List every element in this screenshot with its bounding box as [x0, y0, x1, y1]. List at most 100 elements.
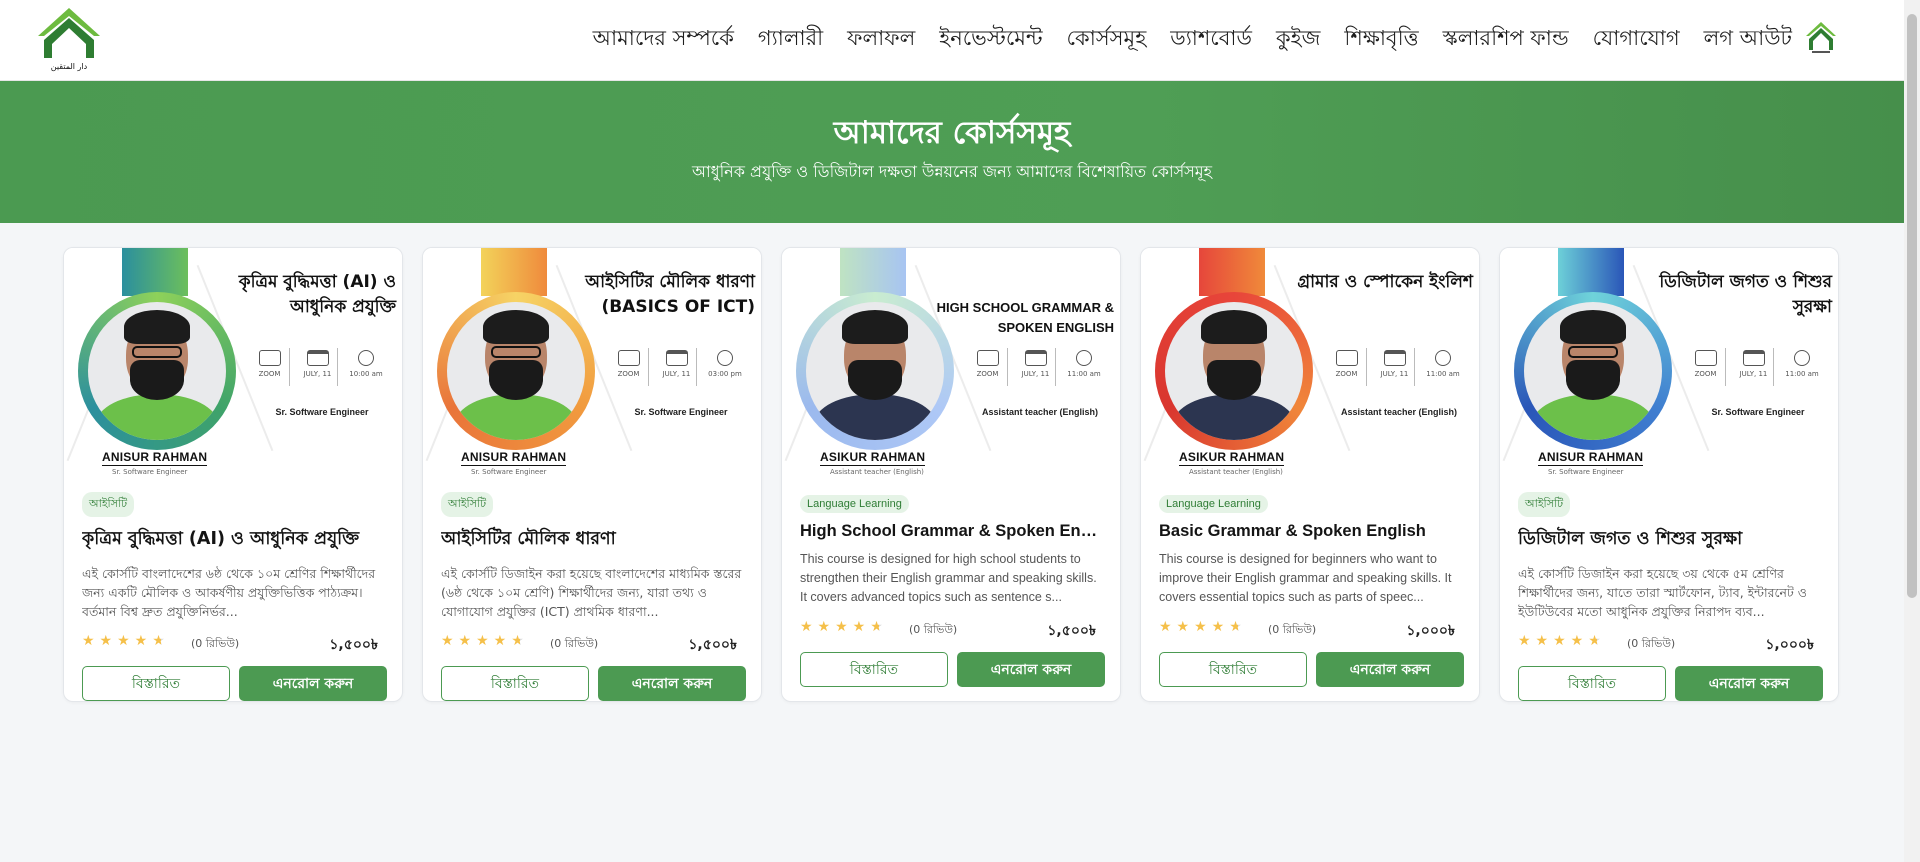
meta-date: JULY, 11 — [1380, 370, 1409, 378]
card-actions: বিস্তারিত এনরোল করুন — [1159, 652, 1465, 687]
instructor-subtitle: Sr. Software Engineer — [471, 468, 547, 476]
nav-quiz[interactable]: কুইজ — [1276, 22, 1320, 57]
banner-title: HIGH SCHOOL GRAMMAR & SPOKEN ENGLISH — [936, 300, 1114, 335]
course-card[interactable]: আইসিটির মৌলিক ধারণা (BASICS OF ICT) ZOOM… — [422, 247, 762, 702]
course-card-body: আইসিটি কৃত্রিম বুদ্ধিমত্তা (AI) ও আধুনিক… — [82, 492, 388, 701]
banner-role: Sr. Software Engineer — [1711, 407, 1805, 417]
banner-title: আইসিটির মৌলিক ধারণা (BASICS OF ICT) — [585, 272, 755, 317]
meta-time: 11:00 am — [1785, 370, 1819, 378]
course-description: এই কোর্সটি ডিজাইন করা হয়েছে বাংলাদেশের … — [441, 566, 742, 619]
enroll-button[interactable]: এনরোল করুন — [1675, 666, 1823, 701]
course-price: ১,৫০০৳ — [688, 637, 737, 653]
session-meta: ZOOM JULY, 11 10:00 am — [250, 348, 386, 386]
enroll-button[interactable]: এনরোল করুন — [957, 652, 1105, 687]
half-star-icon: ★ — [511, 633, 529, 649]
half-star-icon: ★ — [870, 619, 888, 635]
instructor-photo — [1165, 302, 1303, 440]
meta-platform: ZOOM — [617, 370, 640, 378]
session-meta: ZOOM JULY, 11 03:00 pm — [609, 348, 745, 386]
details-button[interactable]: বিস্তারিত — [441, 666, 589, 701]
top-navbar: دار المتقين আমাদের সম্পর্কে গ্যালারী ফলা… — [0, 0, 1904, 81]
courses-hero: আমাদের কোর্সসমূহ আধুনিক প্রযুক্তি ও ডিজি… — [0, 81, 1904, 223]
nav-results[interactable]: ফলাফল — [847, 22, 915, 57]
calendar-icon — [1024, 350, 1047, 366]
enroll-button[interactable]: এনরোল করুন — [1316, 652, 1464, 687]
instructor-subtitle: Assistant teacher (English) — [1189, 468, 1283, 476]
review-count: (0 রিভিউ) — [909, 623, 958, 636]
instructor-subtitle: Sr. Software Engineer — [112, 468, 188, 476]
details-button[interactable]: বিস্তারিত — [82, 666, 230, 701]
page-subtitle: আধুনিক প্রযুক্তি ও ডিজিটাল দক্ষতা উন্নয়… — [691, 162, 1213, 181]
page-title: আমাদের কোর্সসমূহ — [833, 115, 1071, 151]
site-logo[interactable]: دار المتقين — [34, 6, 104, 72]
instructor-name: ANISUR RAHMAN — [102, 450, 208, 466]
profile-logo-icon[interactable] — [1804, 20, 1838, 56]
calendar-icon — [306, 350, 329, 366]
course-price: ১,৫০০৳ — [1047, 623, 1096, 639]
nav-scholarship[interactable]: শিক্ষাবৃত্তি — [1344, 22, 1418, 57]
instructor-photo-frame — [1155, 292, 1313, 450]
instructor-name: ANISUR RAHMAN — [461, 450, 567, 466]
category-badge: আইসিটি — [1518, 492, 1571, 517]
meta-time: 11:00 am — [1426, 370, 1460, 378]
calendar-icon — [1742, 350, 1765, 366]
course-description: This course is designed for high school … — [800, 552, 1097, 604]
star-rating: ★★★★★ — [800, 619, 888, 635]
card-actions: বিস্তারিত এনরোল করুন — [82, 666, 388, 701]
nav-contact[interactable]: যোগাযোগ — [1593, 22, 1680, 57]
course-card[interactable]: ডিজিটাল জগত ও শিশুর সুরক্ষা ZOOM JULY, 1… — [1499, 247, 1839, 702]
meta-date: JULY, 11 — [662, 370, 691, 378]
course-banner: ডিজিটাল জগত ও শিশুর সুরক্ষা ZOOM JULY, 1… — [1500, 248, 1838, 476]
banner-title: গ্রামার ও স্পোকেন ইংলিশ — [1297, 272, 1473, 292]
nav-gallery[interactable]: গ্যালারী — [758, 22, 823, 57]
nav-about[interactable]: আমাদের সম্পর্কে — [593, 22, 734, 57]
calendar-icon — [1383, 350, 1406, 366]
banner-ribbon — [1199, 248, 1265, 296]
meta-platform: ZOOM — [976, 370, 999, 378]
details-button[interactable]: বিস্তারিত — [800, 652, 948, 687]
nav-courses[interactable]: কোর্সসমূহ — [1067, 22, 1147, 57]
nav-investment[interactable]: ইনভেস্টমেন্ট — [939, 22, 1042, 57]
banner-ribbon — [840, 248, 906, 296]
review-count: (0 রিভিউ) — [1627, 637, 1676, 650]
nav-dashboard[interactable]: ড্যাশবোর্ড — [1170, 22, 1252, 57]
meta-time: 11:00 am — [1067, 370, 1101, 378]
instructor-subtitle: Assistant teacher (English) — [830, 468, 924, 476]
details-button[interactable]: বিস্তারিত — [1518, 666, 1666, 701]
instructor-photo — [1524, 302, 1662, 440]
rating-row: ★★★★★ (0 রিভিউ) ১,০০০৳ — [1518, 633, 1824, 653]
review-count: (0 রিভিউ) — [550, 637, 599, 650]
details-button[interactable]: বিস্তারিত — [1159, 652, 1307, 687]
scrollbar-thumb[interactable] — [1907, 14, 1917, 598]
card-actions: বিস্তারিত এনরোল করুন — [441, 666, 747, 701]
nav-scholarship-fund[interactable]: স্কলারশিপ ফান্ড — [1443, 22, 1569, 57]
nav-logout[interactable]: লগ আউট — [1704, 22, 1792, 57]
course-banner: আইসিটির মৌলিক ধারণা (BASICS OF ICT) ZOOM… — [423, 248, 761, 476]
course-title[interactable]: আইসিটির মৌলিক ধারণা — [441, 526, 747, 555]
half-star-icon: ★ — [1229, 619, 1247, 635]
logo-text: دار المتقين — [51, 62, 88, 71]
course-card[interactable]: HIGH SCHOOL GRAMMAR & SPOKEN ENGLISH ZOO… — [781, 247, 1121, 702]
session-meta: ZOOM JULY, 11 11:00 am — [968, 348, 1104, 386]
enroll-button[interactable]: এনরোল করুন — [598, 666, 746, 701]
course-card-body: আইসিটি আইসিটির মৌলিক ধারণা এই কোর্সটি ডি… — [441, 492, 747, 701]
half-star-icon: ★ — [152, 633, 170, 649]
clock-icon — [1076, 350, 1092, 366]
scrollbar[interactable] — [1904, 0, 1920, 862]
course-banner: HIGH SCHOOL GRAMMAR & SPOKEN ENGLISH ZOO… — [782, 248, 1120, 476]
enroll-button[interactable]: এনরোল করুন — [239, 666, 387, 701]
star-rating: ★★★★★ — [441, 633, 529, 649]
course-card[interactable]: কৃত্রিম বুদ্ধিমত্তা (AI) ও আধুনিক প্রযুক… — [63, 247, 403, 702]
course-title[interactable]: কৃত্রিম বুদ্ধিমত্তা (AI) ও আধুনিক প্রযুক… — [82, 526, 388, 555]
card-actions: বিস্তারিত এনরোল করুন — [800, 652, 1106, 687]
camera-icon — [617, 350, 640, 366]
card-actions: বিস্তারিত এনরোল করুন — [1518, 666, 1824, 701]
course-title[interactable]: High School Grammar & Spoken English — [800, 522, 1106, 541]
course-card[interactable]: গ্রামার ও স্পোকেন ইংলিশ ZOOM JULY, 11 11… — [1140, 247, 1480, 702]
course-banner: কৃত্রিম বুদ্ধিমত্তা (AI) ও আধুনিক প্রযুক… — [64, 248, 402, 476]
course-title[interactable]: ডিজিটাল জগত ও শিশুর সুরক্ষা — [1518, 526, 1824, 555]
course-title[interactable]: Basic Grammar & Spoken English — [1159, 522, 1465, 541]
banner-role: Assistant teacher (English) — [981, 407, 1099, 417]
session-meta: ZOOM JULY, 11 11:00 am — [1686, 348, 1822, 386]
banner-ribbon — [122, 248, 188, 296]
